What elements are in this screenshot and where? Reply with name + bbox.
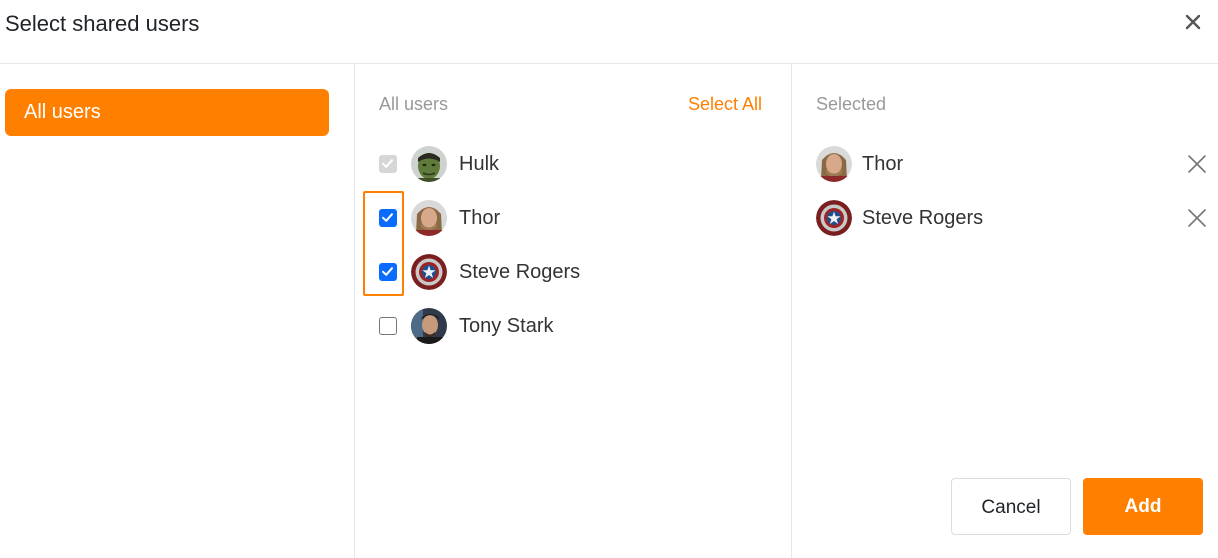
column-divider	[354, 64, 355, 558]
select-shared-users-dialog: Select shared users All users All users …	[0, 0, 1218, 558]
remove-icon[interactable]	[1187, 154, 1207, 174]
user-row-thor[interactable]: Thor	[362, 191, 782, 245]
hulk-avatar	[411, 146, 447, 182]
selected-row-steve-rogers: Steve Rogers	[792, 191, 1218, 245]
user-row-tony-stark[interactable]: Tony Stark	[362, 299, 782, 353]
user-checkbox	[379, 155, 397, 173]
select-all-link[interactable]: Select All	[688, 92, 762, 116]
user-checkbox[interactable]	[379, 317, 397, 335]
thor-avatar	[411, 200, 447, 236]
remove-icon[interactable]	[1187, 208, 1207, 228]
selected-user-name: Steve Rogers	[862, 207, 984, 229]
thor-avatar	[816, 146, 852, 182]
user-row-steve-rogers[interactable]: Steve Rogers	[362, 245, 782, 299]
selected-row-thor: Thor	[792, 137, 1218, 191]
close-icon[interactable]	[1181, 10, 1205, 34]
cancel-button[interactable]: Cancel	[951, 478, 1071, 535]
tony-stark-avatar	[411, 308, 447, 344]
selected-heading: Selected	[816, 94, 887, 114]
sidebar-item-label: All users	[24, 101, 101, 123]
user-name: Thor	[459, 207, 501, 229]
user-list-heading: All users	[379, 94, 449, 114]
add-button[interactable]: Add	[1083, 478, 1203, 535]
sidebar-item-all-users[interactable]: All users	[5, 89, 329, 136]
selected-user-name: Thor	[862, 153, 904, 175]
captain-shield-avatar	[816, 200, 852, 236]
user-name: Tony Stark	[459, 315, 554, 337]
dialog-title: Select shared users	[5, 11, 200, 36]
user-name: Hulk	[459, 153, 500, 175]
captain-shield-avatar	[411, 254, 447, 290]
checkbox-highlight-box	[363, 191, 404, 296]
user-row-hulk: Hulk	[362, 137, 782, 191]
user-name: Steve Rogers	[459, 261, 581, 283]
dialog-header: Select shared users	[0, 0, 1218, 64]
